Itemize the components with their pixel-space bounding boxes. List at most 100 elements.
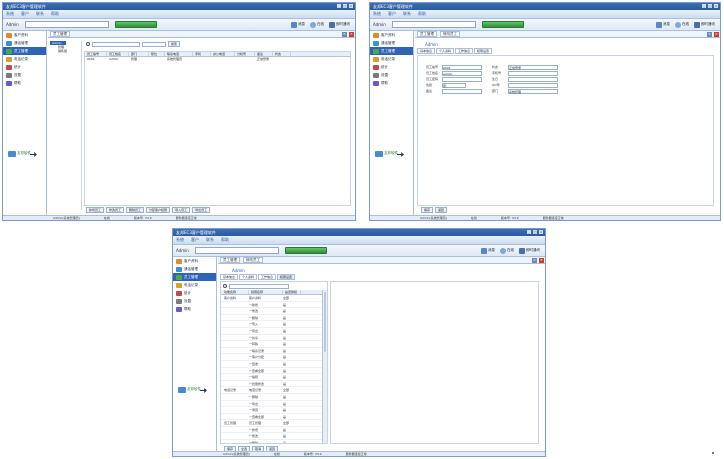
col-header[interactable]: 办公电话	[211, 52, 235, 56]
menu-customer[interactable]: 客户	[388, 11, 396, 17]
sidebar-item-records[interactable]: 电话记录	[3, 55, 46, 63]
employee-name-field[interactable]: admin	[442, 70, 482, 76]
sidebar-item-settings[interactable]: 设置	[3, 71, 46, 79]
sidebar-item-customer[interactable]: 客户资料	[370, 31, 413, 39]
col-header[interactable]: 状态	[273, 52, 291, 56]
back-button[interactable]: 返回	[435, 207, 448, 213]
minimize-button[interactable]: _	[702, 4, 706, 8]
maximize-button[interactable]: □	[343, 4, 347, 8]
online-button[interactable]: 在线	[674, 21, 690, 28]
edit-employee-button[interactable]: 修改员工	[106, 207, 125, 213]
sidebar-item-settings[interactable]: 设置	[173, 297, 216, 305]
sidebar-item-staff[interactable]: 员工管理	[3, 47, 46, 55]
permission-row[interactable]: 一删除 是	[221, 440, 327, 443]
online-button[interactable]: 在线	[499, 247, 515, 254]
subtab-permission[interactable]: 权限设置	[474, 48, 493, 54]
col-header[interactable]: 权限名称	[249, 290, 283, 294]
permission-row[interactable]: 一联系记录 是	[221, 348, 327, 355]
export-employee-button[interactable]: 导出员工	[192, 207, 211, 213]
sidebar-item-calls[interactable]: 通话管理	[173, 265, 216, 273]
permission-row[interactable]: 一修改是	[221, 433, 327, 441]
col-header[interactable]: 备注	[255, 52, 273, 56]
close-tab-icon[interactable]: ×	[707, 32, 712, 37]
sidebar-item-help[interactable]: 帮助	[3, 79, 46, 87]
perm-search-input[interactable]	[229, 283, 289, 289]
permission-row[interactable]: 客户资料 客户资料 全部	[221, 295, 327, 302]
menu-contact[interactable]: 联系	[206, 237, 214, 243]
department-select[interactable]: 系统管理	[508, 88, 558, 94]
sidebar-item-records[interactable]: 电话记录	[173, 281, 216, 289]
assign-permission-button[interactable]: 分配客户权限	[146, 207, 171, 213]
subtab-profile[interactable]: 个人资料	[436, 48, 455, 54]
sidebar-item-stats[interactable]: 统计	[3, 63, 46, 71]
perm-scrollbar[interactable]	[322, 290, 327, 443]
import-employee-button[interactable]: 导入员工	[172, 207, 191, 213]
permission-row[interactable]: 一查看全部 是	[221, 414, 327, 421]
message-button[interactable]: 消息	[480, 247, 496, 254]
qq-field[interactable]	[508, 82, 558, 88]
message-button[interactable]: 消息	[290, 21, 306, 28]
permission-row[interactable]: 一回收 是	[221, 361, 327, 368]
permission-row[interactable]: 一删除 是	[221, 394, 327, 401]
permission-row[interactable]: 一编辑 是	[221, 374, 327, 381]
sidebar-item-records[interactable]: 电话记录	[370, 55, 413, 63]
permission-row[interactable]: 一新增 是	[221, 302, 327, 309]
sidebar-item-stats[interactable]: 统计	[370, 63, 413, 71]
tree-node[interactable]: 销售组	[50, 49, 81, 53]
maximize-button[interactable]: □	[533, 230, 537, 234]
minimize-button[interactable]: _	[527, 230, 531, 234]
im-button[interactable]: 即时通讯	[693, 21, 716, 28]
password-field[interactable]	[442, 76, 482, 82]
sidebar-item-customer[interactable]: 客户资料	[3, 31, 46, 39]
menu-help[interactable]: 帮助	[418, 11, 426, 17]
quick-search-input[interactable]	[25, 21, 109, 28]
close-button[interactable]: ×	[714, 4, 718, 8]
permission-row[interactable]: 员工管理 员工管理 全部	[221, 420, 327, 427]
delete-employee-button[interactable]: 删除员工	[126, 207, 145, 213]
search-button[interactable]: 搜索	[168, 41, 181, 47]
tab-edit-employee[interactable]: 修改员工	[440, 31, 460, 37]
perm-scrollbar-thumb[interactable]	[324, 292, 326, 352]
close-all-icon[interactable]: ×	[349, 32, 354, 37]
col-header[interactable]: 员工编号	[85, 52, 107, 56]
quick-search-input[interactable]	[392, 21, 476, 28]
close-button[interactable]: ×	[539, 230, 543, 234]
menu-contact[interactable]: 联系	[36, 11, 44, 17]
quick-search-input[interactable]	[195, 247, 279, 254]
menu-system[interactable]: 系统	[176, 237, 184, 243]
close-all-icon[interactable]: ×	[714, 32, 719, 37]
sidebar-item-customer[interactable]: 客户资料	[173, 257, 216, 265]
permission-row[interactable]: 电话记录 电话记录 全部	[221, 387, 327, 394]
quick-action-button[interactable]	[482, 21, 524, 28]
tab-edit-employee[interactable]: 修改员工	[243, 257, 263, 263]
close-tab-icon[interactable]: ×	[532, 258, 537, 263]
col-header[interactable]: 功能名称	[221, 290, 249, 294]
col-header[interactable]: 联系电话	[165, 52, 193, 56]
im-button[interactable]: 即时通讯	[328, 21, 351, 28]
tab-employee[interactable]: 员工管理	[50, 31, 70, 37]
subtab-work[interactable]: 工作信息	[455, 48, 474, 54]
maximize-button[interactable]: □	[708, 4, 712, 8]
subtab-work[interactable]: 工作信息	[258, 274, 277, 280]
col-header[interactable]: 员工姓名	[107, 52, 129, 56]
tab-employee[interactable]: 员工管理	[220, 257, 240, 263]
sidebar-item-settings[interactable]: 设置	[370, 71, 413, 79]
gender-select[interactable]: 男	[442, 82, 466, 88]
permission-row[interactable]: 一共享 是	[221, 335, 327, 342]
online-button[interactable]: 在线	[309, 21, 325, 28]
permission-row[interactable]: 一导出 是	[221, 328, 327, 335]
menu-customer[interactable]: 客户	[191, 237, 199, 243]
birthday-field[interactable]	[508, 76, 558, 82]
sidebar-item-help[interactable]: 帮助	[173, 305, 216, 313]
permission-row[interactable]: 一导出 是	[221, 401, 327, 408]
close-tab-icon[interactable]: ×	[342, 32, 347, 37]
menu-help[interactable]: 帮助	[51, 11, 59, 17]
sidebar-item-help[interactable]: 帮助	[370, 79, 413, 87]
remark-field[interactable]	[442, 88, 482, 94]
close-all-icon[interactable]: ×	[539, 258, 544, 263]
menu-system[interactable]: 系统	[6, 11, 14, 17]
sidebar-item-stats[interactable]: 统计	[173, 289, 216, 297]
permission-row[interactable]: 一新增 是	[221, 427, 327, 434]
permission-row[interactable]: 一录音 是	[221, 407, 327, 414]
permission-row[interactable]: 一删除 是	[221, 315, 327, 322]
